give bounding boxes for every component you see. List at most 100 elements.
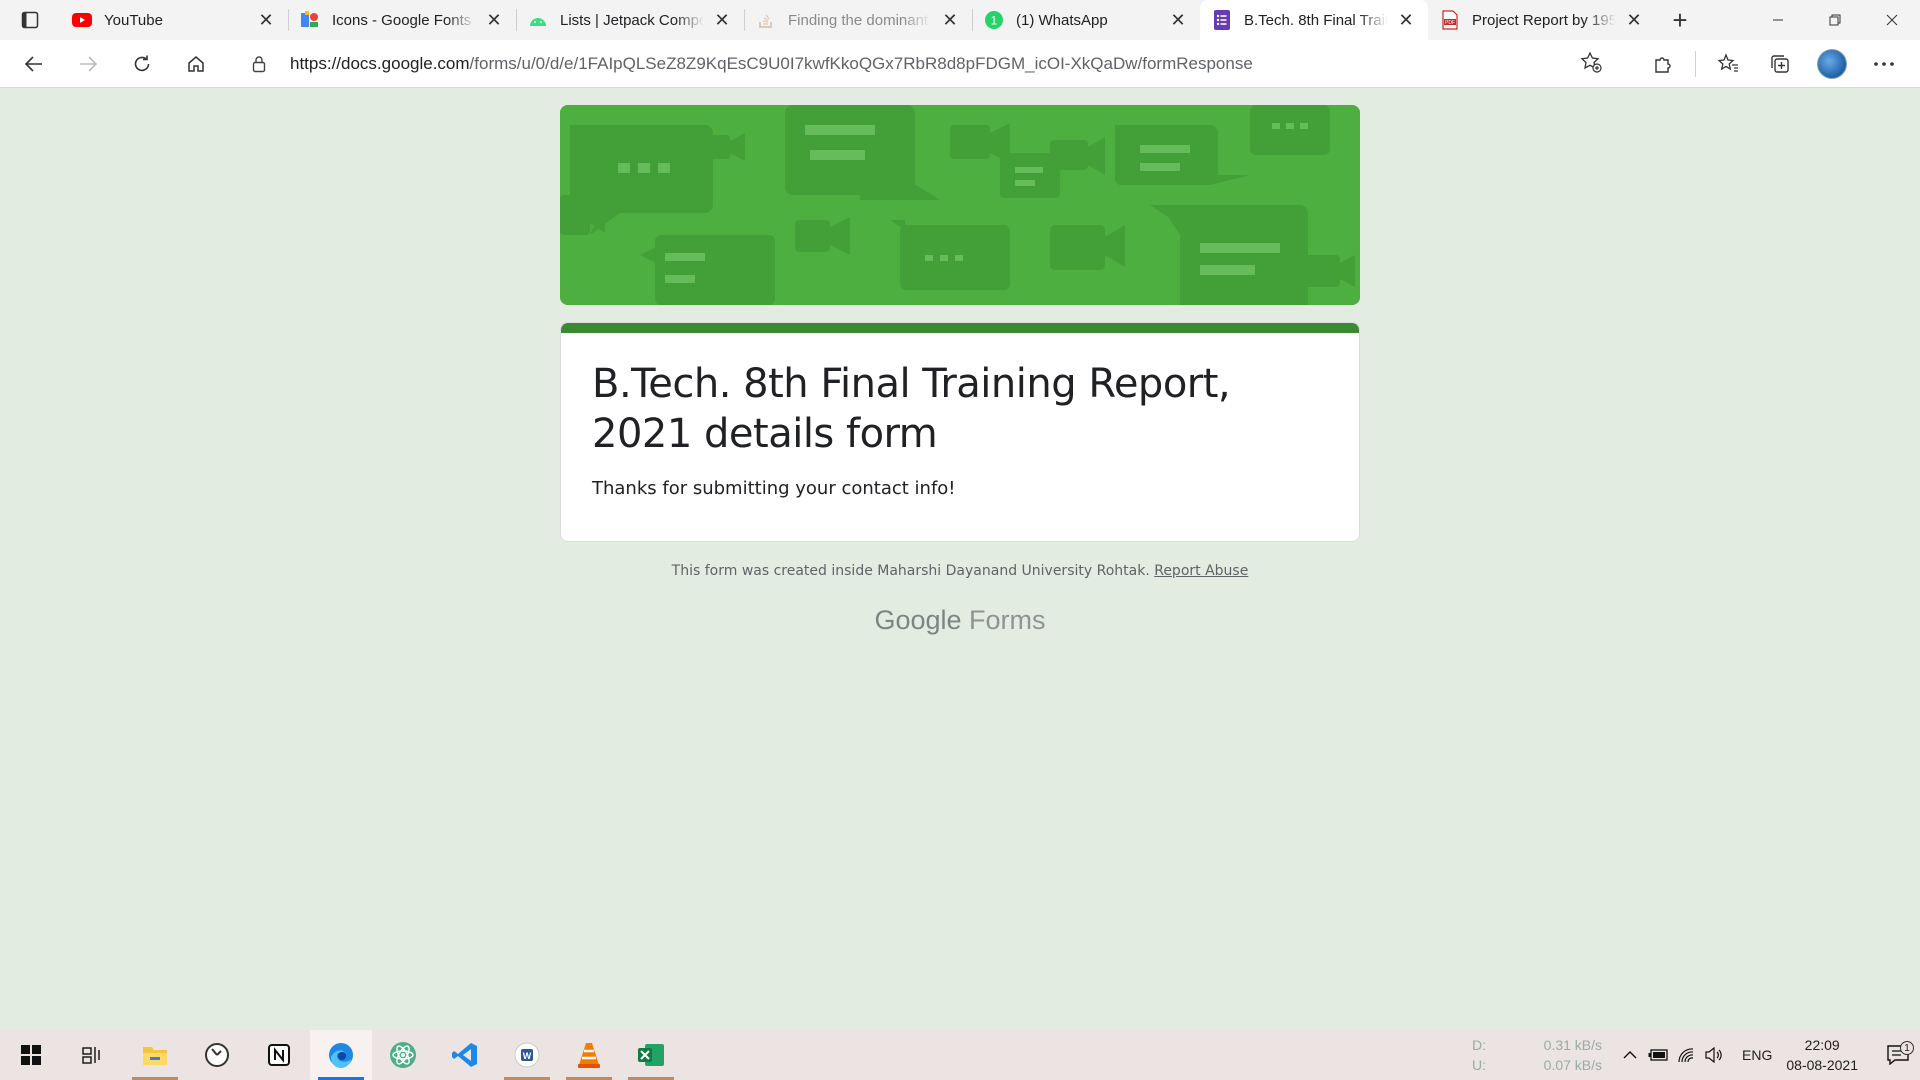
edge-button[interactable] — [310, 1030, 372, 1080]
collections-button[interactable] — [1758, 42, 1802, 86]
task-view-button[interactable] — [62, 1030, 124, 1080]
form-confirmation-card: B.Tech. 8th Final Training Report, 2021 … — [560, 322, 1360, 542]
file-explorer-icon — [143, 1047, 167, 1065]
edge-icon — [329, 1043, 353, 1069]
tab-project-report-pdf[interactable]: PDF Project Report by 195 ✕ — [1428, 0, 1656, 40]
card-accent-bar — [561, 323, 1359, 333]
download-label: D: — [1472, 1037, 1487, 1053]
tab-actions-icon — [21, 11, 39, 29]
forward-arrow-icon — [80, 55, 98, 72]
address-bar[interactable]: https://docs.google.com/forms/u/0/d/e/1F… — [236, 46, 1618, 82]
atom-icon — [390, 1042, 416, 1068]
network-speed-meter: D: 0.31 kB/s U: 0.07 kB/s — [1472, 1037, 1602, 1073]
tab-title: (1) WhatsApp — [1016, 11, 1108, 29]
close-icon[interactable]: ✕ — [1624, 10, 1644, 30]
chat-pattern-illustration — [560, 105, 1360, 305]
action-center-button[interactable]: 1 — [1876, 1041, 1920, 1065]
close-window-button[interactable] — [1863, 0, 1920, 40]
collections-icon — [1771, 55, 1789, 73]
new-tab-button[interactable]: + — [1656, 0, 1704, 40]
settings-menu-button[interactable] — [1862, 42, 1906, 86]
close-icon[interactable]: ✕ — [940, 10, 960, 30]
brand-google: Google — [874, 605, 962, 635]
whatsapp-icon: 1 — [984, 10, 1004, 30]
google-forms-logo[interactable]: Google Forms — [0, 605, 1920, 636]
report-abuse-link[interactable]: Report Abuse — [1154, 563, 1248, 579]
vlc-icon — [578, 1043, 600, 1068]
close-icon[interactable]: ✕ — [1396, 10, 1416, 30]
clock-app-button[interactable] — [186, 1030, 248, 1080]
tab-google-fonts[interactable]: Icons - Google Fonts ✕ — [288, 0, 516, 40]
atom-button[interactable] — [372, 1030, 434, 1080]
more-icon — [1874, 62, 1894, 66]
chevron-up-icon — [1623, 1051, 1637, 1059]
word-icon: W — [514, 1042, 540, 1068]
file-explorer-button[interactable] — [124, 1030, 186, 1080]
url-text: https://docs.google.com/forms/u/0/d/e/1F… — [290, 54, 1253, 74]
brand-forms: Forms — [969, 605, 1046, 635]
refresh-icon — [134, 55, 150, 71]
wifi-icon — [1678, 1048, 1694, 1063]
tab-title: Finding the dominant — [788, 11, 929, 29]
profile-button[interactable] — [1810, 42, 1854, 86]
vlc-button[interactable] — [558, 1030, 620, 1080]
notification-count-badge: 1 — [1900, 1041, 1914, 1055]
clock-date: 08-08-2021 — [1786, 1057, 1858, 1073]
window-controls — [1749, 0, 1920, 40]
tab-google-form[interactable]: B.Tech. 8th Final Traini ✕ — [1200, 0, 1428, 40]
tab-whatsapp[interactable]: 1 (1) WhatsApp ✕ — [972, 0, 1200, 40]
notion-button[interactable] — [248, 1030, 310, 1080]
show-hidden-icons-button[interactable] — [1616, 1030, 1644, 1080]
youtube-icon — [72, 10, 92, 30]
wifi-button[interactable] — [1672, 1030, 1700, 1080]
minimize-icon — [1772, 19, 1783, 21]
excel-button[interactable] — [620, 1030, 682, 1080]
form-title: B.Tech. 8th Final Training Report, 2021 … — [592, 361, 1231, 457]
tab-stackoverflow[interactable]: Finding the dominant ✕ — [744, 0, 972, 40]
pdf-icon: PDF — [1440, 10, 1460, 30]
vscode-button[interactable] — [434, 1030, 496, 1080]
language-indicator[interactable]: ENG — [1742, 1047, 1772, 1063]
start-button[interactable] — [0, 1030, 62, 1080]
minimize-button[interactable] — [1749, 0, 1806, 40]
battery-button[interactable] — [1644, 1030, 1672, 1080]
back-button[interactable] — [12, 42, 56, 86]
tab-jetpack-compose[interactable]: Lists | Jetpack Compo ✕ — [516, 0, 744, 40]
restore-button[interactable] — [1806, 0, 1863, 40]
home-button[interactable] — [174, 42, 218, 86]
tab-title: B.Tech. 8th Final Traini — [1244, 11, 1388, 29]
close-icon[interactable]: ✕ — [256, 10, 276, 30]
upload-label: U: — [1472, 1057, 1487, 1073]
forward-button[interactable] — [66, 42, 110, 86]
url-host: https://docs.google.com — [290, 54, 470, 73]
google-forms-icon — [1212, 10, 1232, 30]
volume-button[interactable] — [1700, 1030, 1728, 1080]
download-speed: 0.31 kB/s — [1543, 1037, 1603, 1053]
add-favorite-button[interactable] — [1580, 50, 1602, 78]
form-footer: This form was created inside Maharshi Da… — [0, 563, 1920, 579]
lock-icon[interactable] — [252, 55, 272, 73]
toolbar-divider — [1695, 51, 1696, 77]
clock-time: 22:09 — [1804, 1037, 1840, 1053]
footer-text: This form was created inside Maharshi Da… — [671, 563, 1150, 579]
close-icon[interactable]: ✕ — [484, 10, 504, 30]
tab-title: YouTube — [104, 11, 163, 29]
browser-toolbar: https://docs.google.com/forms/u/0/d/e/1F… — [0, 40, 1920, 88]
svg-text:PDF: PDF — [1445, 20, 1455, 26]
battery-icon — [1648, 1049, 1668, 1061]
tab-youtube[interactable]: YouTube ✕ — [60, 0, 288, 40]
svg-text:W: W — [523, 1051, 532, 1061]
favorites-button[interactable] — [1706, 42, 1750, 86]
refresh-button[interactable] — [120, 42, 164, 86]
word-button[interactable]: W — [496, 1030, 558, 1080]
tab-title: Icons - Google Fonts — [332, 11, 472, 29]
extensions-button[interactable] — [1641, 42, 1685, 86]
close-icon[interactable]: ✕ — [1168, 10, 1188, 30]
star-add-icon — [1580, 50, 1602, 73]
tab-actions-button[interactable] — [0, 0, 60, 40]
plus-icon: + — [1672, 4, 1688, 35]
notion-icon — [268, 1044, 290, 1066]
close-icon[interactable]: ✕ — [712, 10, 732, 30]
system-clock[interactable]: 22:09 08-08-2021 — [1786, 1035, 1858, 1075]
svg-text:1: 1 — [991, 14, 998, 28]
